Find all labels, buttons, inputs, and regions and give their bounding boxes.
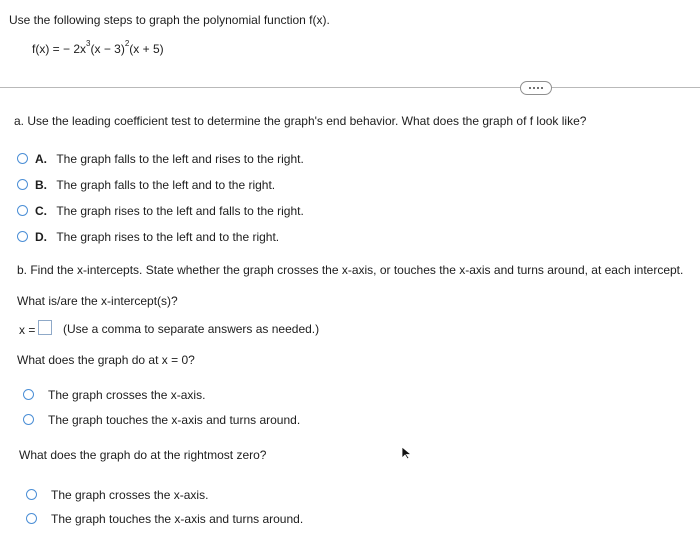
rightmost-zero-question: What does the graph do at the rightmost …: [19, 448, 267, 462]
option-c-letter: C.: [35, 204, 47, 218]
input-hint: (Use a comma to separate answers as need…: [63, 322, 320, 336]
option-d-text: The graph rises to the left and to the r…: [56, 230, 280, 244]
rightmost-crosses-option[interactable]: The graph crosses the x-axis.: [51, 488, 208, 502]
intercepts-question: What is/are the x-intercept(s)?: [17, 294, 178, 308]
option-b-letter: B.: [35, 178, 47, 192]
option-b[interactable]: B. The graph falls to the left and to th…: [35, 178, 275, 192]
zero-touches-option[interactable]: The graph touches the x-axis and turns a…: [48, 413, 300, 427]
option-d-radio[interactable]: [17, 231, 28, 242]
part-a-prompt: a. Use the leading coefficient test to d…: [14, 114, 587, 128]
rightmost-crosses-radio[interactable]: [26, 489, 37, 500]
option-d-letter: D.: [35, 230, 47, 244]
option-a-letter: A.: [35, 152, 47, 166]
option-c-radio[interactable]: [17, 205, 28, 216]
x-intercepts-input[interactable]: [38, 320, 52, 335]
zero-crosses-option[interactable]: The graph crosses the x-axis.: [48, 388, 205, 402]
option-c[interactable]: C. The graph rises to the left and falls…: [35, 204, 304, 218]
expand-more-button[interactable]: [520, 81, 552, 95]
option-a-text: The graph falls to the left and rises to…: [56, 152, 304, 166]
zero-touches-radio[interactable]: [23, 414, 34, 425]
polynomial-formula: f(x) = − 2x3(x − 3)2(x + 5): [32, 39, 164, 56]
question-intro: Use the following steps to graph the pol…: [9, 13, 330, 27]
section-divider: [0, 87, 700, 88]
option-b-radio[interactable]: [17, 179, 28, 190]
ellipsis-icon: [529, 87, 543, 89]
rightmost-touches-radio[interactable]: [26, 513, 37, 524]
zero-behavior-question: What does the graph do at x = 0?: [17, 353, 195, 367]
formula-rhs: (x + 5): [129, 42, 164, 56]
formula-lhs: f(x) = − 2x: [32, 42, 87, 56]
option-b-text: The graph falls to the left and to the r…: [56, 178, 276, 192]
zero-crosses-radio[interactable]: [23, 389, 34, 400]
x-equals-label: x =: [19, 323, 36, 337]
option-c-text: The graph rises to the left and falls to…: [56, 204, 304, 218]
part-b-prompt: b. Find the x-intercepts. State whether …: [17, 263, 684, 277]
rightmost-touches-option[interactable]: The graph touches the x-axis and turns a…: [51, 512, 303, 526]
option-a-radio[interactable]: [17, 153, 28, 164]
option-d[interactable]: D. The graph rises to the left and to th…: [35, 230, 279, 244]
option-a[interactable]: A. The graph falls to the left and rises…: [35, 152, 304, 166]
formula-mid: (x − 3): [90, 42, 125, 56]
mouse-pointer-icon: [401, 446, 413, 463]
